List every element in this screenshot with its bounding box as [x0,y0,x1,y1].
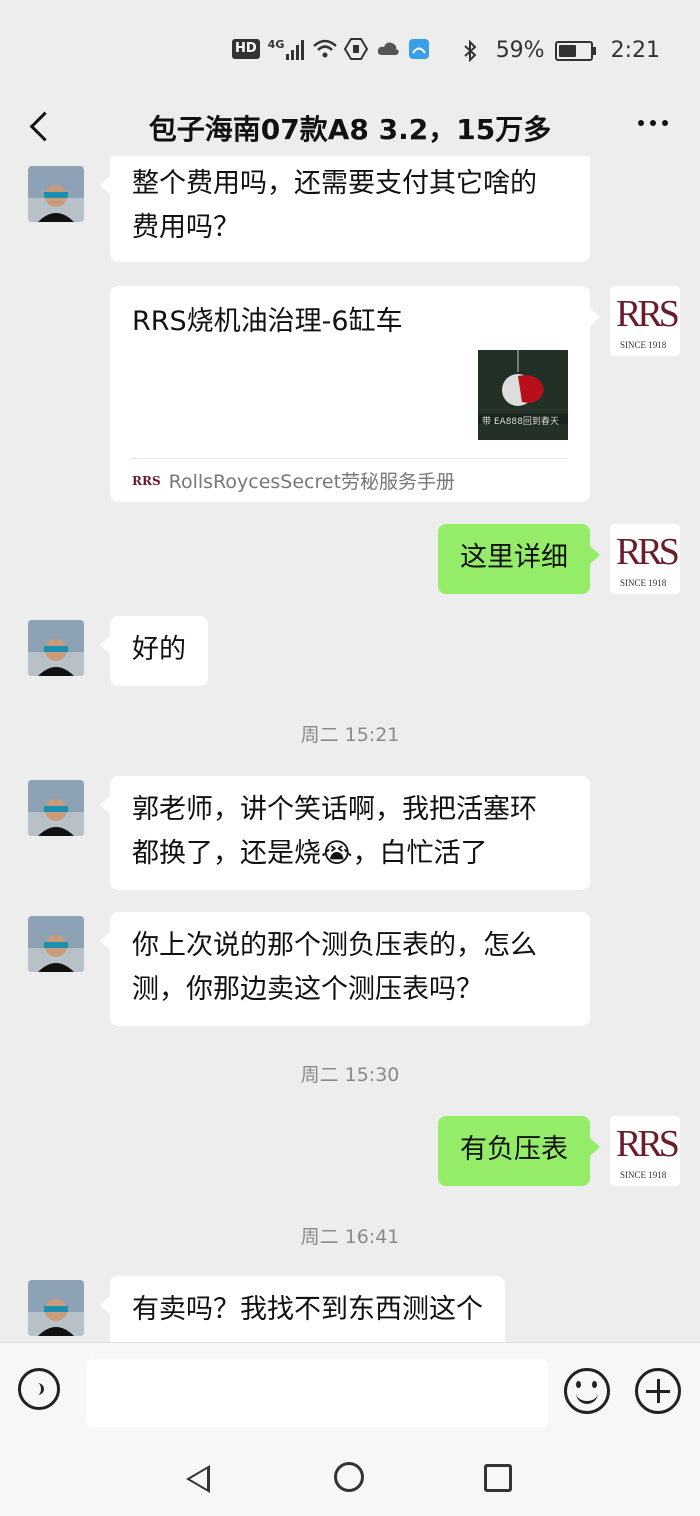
avatar-rrs[interactable]: RRS SINCE 1918 [610,524,680,594]
wifi-icon [312,38,338,60]
input-bar [0,1342,700,1441]
message-text: 郭老师，讲个笑话啊，我把活塞环 [132,794,537,825]
network-label: 4G [267,38,285,51]
chat-title: 包子海南07款A8 3.2，15万多 [148,113,552,146]
nav-recent-icon[interactable] [484,1464,512,1492]
avatar[interactable] [28,916,84,972]
avatar[interactable] [28,620,84,676]
hd-icon: HD [232,39,260,59]
timestamp: 周二 15:30 [300,1064,400,1086]
card-thumbnail: 带 EA888回到春天 [478,350,568,440]
message-bubble[interactable]: 有卖吗？我找不到东西测这个 [100,1276,505,1342]
nav-home-icon[interactable] [334,1462,364,1492]
plus-icon[interactable] [635,1368,681,1414]
nav-back-icon[interactable] [186,1465,210,1493]
timestamp: 周二 16:41 [300,1226,400,1248]
clock: 2:21 [610,38,660,63]
message-bubble[interactable]: 整个费用吗，还需要支付其它啥的 费用吗？ [100,156,590,262]
rrs-since-text: SINCE 1918 [620,340,667,350]
rrs-logo-text: RRS [616,293,680,335]
bluetooth-icon [462,39,486,62]
avatar[interactable] [28,166,84,222]
avatar[interactable] [28,1280,84,1336]
rrs-logo-text: RRS [616,1123,680,1165]
rrs-since-text: SINCE 1918 [620,1170,667,1180]
card-source-text: RollsRoycesSecret劳秘服务手册 [168,471,456,493]
thumbnail-caption: 带 EA888回到春天 [482,417,559,427]
4g-signal-icon: 4G [268,38,305,60]
more-dots-icon[interactable] [638,120,668,126]
chat-messages[interactable]: 整个费用吗，还需要支付其它啥的 费用吗？ RRS烧机油治理-6缸车 带 EA88… [0,156,700,1342]
message-text: 好的 [132,634,186,665]
status-icons-right: 59% 2:21 [462,38,660,63]
link-card[interactable]: RRS烧机油治理-6缸车 带 EA888回到春天 RRS RollsRoyces… [110,286,600,502]
card-title: RRS烧机油治理-6缸车 [132,306,403,337]
message-bubble[interactable]: 好的 [100,616,208,686]
chat-header: 包子海南07款A8 3.2，15万多 [0,100,700,156]
message-bubble[interactable]: 郭老师，讲个笑话啊，我把活塞环 都换了，还是烧😭，白忙活了 [100,776,590,890]
message-text: 测，你那边卖这个测压表吗？ [132,974,483,1005]
rrs-logo-text: RRS [616,531,680,573]
message-text: 有负压表 [460,1134,568,1165]
message-text: 都换了，还是烧 [132,838,321,869]
app-notification-icon [344,38,369,60]
chevron-left-icon[interactable] [26,112,52,144]
status-icons-left: HD 4G [232,38,432,60]
message-bubble[interactable]: 这里详细 [438,524,600,594]
message-input[interactable] [86,1359,548,1427]
photo-app-icon [408,38,432,60]
card-source: RRS RollsRoycesSecret劳秘服务手册 [132,458,568,494]
message-text: ，白忙活了 [352,838,488,869]
battery-icon [554,40,596,61]
message-text: 你上次说的那个测负压表的，怎么 [132,930,537,961]
rrs-since-text: SINCE 1918 [620,578,667,588]
battery-percent: 59% [495,38,545,63]
message-text: 有卖吗？我找不到东西测这个 [132,1294,483,1325]
message-text: 整个费用吗，还需要支付其它啥的 [132,168,537,199]
cloud-icon [376,38,400,60]
status-bar: HD 4G 59% 2:21 [0,0,700,100]
message-text: 费用吗？ [132,212,240,243]
message-text-line: 都换了，还是烧😭，白忙活了 [132,832,568,876]
avatar[interactable] [28,780,84,836]
timestamp: 周二 15:21 [300,724,400,746]
voice-icon[interactable] [18,1368,60,1410]
rrs-mini-logo: RRS [132,473,161,488]
message-bubble[interactable]: 你上次说的那个测负压表的，怎么 测，你那边卖这个测压表吗？ [100,912,590,1026]
system-navigation [0,1440,700,1516]
message-bubble[interactable]: 有负压表 [438,1116,600,1186]
crying-emoji-icon: 😭 [321,838,353,869]
emoji-icon[interactable] [564,1368,610,1414]
avatar-rrs[interactable]: RRS SINCE 1918 [610,286,680,356]
message-text: 这里详细 [460,542,568,573]
avatar-rrs[interactable]: RRS SINCE 1918 [610,1116,680,1186]
